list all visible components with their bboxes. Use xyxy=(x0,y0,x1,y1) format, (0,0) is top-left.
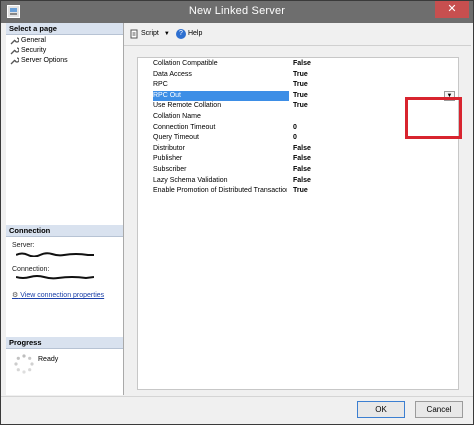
option-row[interactable]: Collation Compatible False xyxy=(138,59,458,70)
progress-header: Progress xyxy=(6,337,123,349)
sidebar-item-label: Server Options xyxy=(21,57,68,64)
option-value: False xyxy=(293,144,311,152)
progress-status: Ready xyxy=(38,356,59,363)
main-panel: Script ▼ ? Help Collation Compatible Fals… xyxy=(124,23,471,395)
sidebar-item-security[interactable]: Security xyxy=(10,46,46,56)
option-value: True xyxy=(293,102,308,110)
new-linked-server-dialog: New Linked Server ✕ Select a page Genera… xyxy=(0,0,474,425)
view-connection-properties-text: View connection properties xyxy=(20,292,105,299)
option-row[interactable]: Distributor False xyxy=(138,144,458,155)
progress-spinner-icon xyxy=(14,354,34,374)
connection-properties-icon: ⚙ xyxy=(12,292,19,299)
redacted-connection-name xyxy=(16,275,94,280)
script-button[interactable]: Script ▼ xyxy=(130,28,170,40)
option-value[interactable]: True xyxy=(293,91,308,101)
option-value: True xyxy=(293,81,308,89)
option-row[interactable]: Enable Promotion of Distributed Transact… xyxy=(138,186,458,197)
option-name: Connection Timeout xyxy=(153,123,216,131)
option-name: Publisher xyxy=(153,155,183,163)
select-page-header: Select a page xyxy=(6,23,123,35)
script-label: Script xyxy=(140,30,159,37)
sidebar-item-label: Security xyxy=(21,47,47,54)
sidebar: Select a page General Security Server Op… xyxy=(6,23,124,395)
toolbar: Script ▼ ? Help xyxy=(124,23,471,46)
wrench-icon xyxy=(10,37,19,45)
connection-header: Connection xyxy=(6,225,123,237)
sidebar-item-general[interactable]: General xyxy=(10,36,46,46)
annotation-highlight-box xyxy=(405,97,462,139)
help-label: Help xyxy=(187,30,203,37)
sidebar-item-server-options[interactable]: Server Options xyxy=(10,56,68,66)
option-name: Use Remote Collation xyxy=(153,102,222,110)
option-row[interactable]: Lazy Schema Validation False xyxy=(138,176,458,187)
option-row[interactable]: Data Access True xyxy=(138,70,458,81)
connection-label: Connection: xyxy=(12,266,50,273)
wrench-icon xyxy=(10,57,19,65)
option-value: True xyxy=(293,187,308,195)
title-bar: New Linked Server ✕ xyxy=(1,1,473,23)
option-value: False xyxy=(293,60,311,67)
option-row[interactable]: Subscriber False xyxy=(138,165,458,176)
cancel-button[interactable]: Cancel xyxy=(415,401,463,418)
option-value: 0 xyxy=(293,134,297,142)
chevron-down-icon: ▼ xyxy=(163,31,170,37)
option-value: True xyxy=(293,70,308,78)
option-name: Data Access xyxy=(153,70,192,78)
option-name: Subscriber xyxy=(153,166,187,173)
option-value: False xyxy=(293,176,311,184)
ok-button[interactable]: OK xyxy=(357,401,405,418)
option-name: RPC xyxy=(153,81,168,89)
sidebar-item-label: General xyxy=(21,37,46,44)
redacted-server-name xyxy=(16,252,94,257)
option-name: Collation Name xyxy=(153,113,201,120)
option-value: 0 xyxy=(293,123,297,131)
option-name: Distributor xyxy=(153,144,185,152)
option-name: Lazy Schema Validation xyxy=(153,176,228,184)
option-value: False xyxy=(293,155,311,163)
option-row[interactable]: RPC True xyxy=(138,80,458,91)
help-icon: ? xyxy=(176,29,186,39)
option-row[interactable]: Publisher False xyxy=(138,154,458,165)
option-name: Enable Promotion of Distributed Transact… xyxy=(153,187,287,195)
view-connection-properties-link[interactable]: ⚙ View connection properties xyxy=(12,291,104,299)
option-value: False xyxy=(293,166,311,173)
option-name: Collation Compatible xyxy=(153,60,218,67)
help-button[interactable]: ? Help xyxy=(176,28,202,40)
server-label: Server: xyxy=(12,242,35,249)
close-button[interactable]: ✕ xyxy=(435,1,469,18)
dialog-footer: OK Cancel xyxy=(1,396,473,424)
option-name: Query Timeout xyxy=(153,134,199,142)
script-icon xyxy=(130,29,139,39)
option-name: RPC Out xyxy=(153,90,289,101)
wrench-icon xyxy=(10,47,19,55)
window-title: New Linked Server xyxy=(188,5,286,17)
